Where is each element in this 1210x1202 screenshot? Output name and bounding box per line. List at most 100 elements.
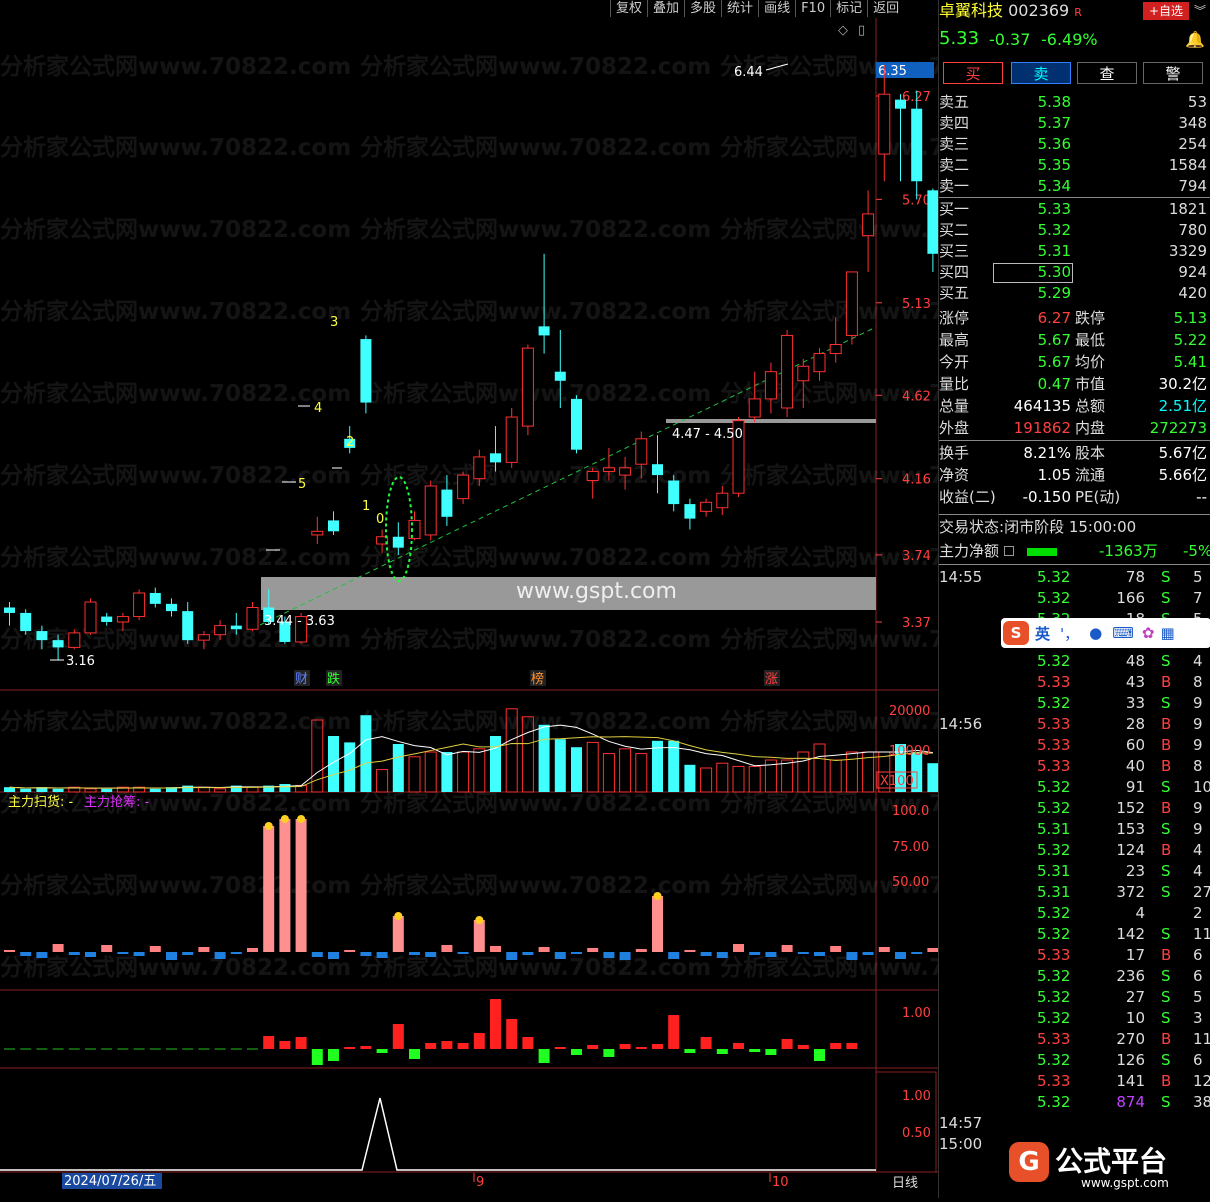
ind-bar [538, 947, 550, 952]
price-change: -0.37 [989, 30, 1031, 49]
ind2-bar [522, 1037, 534, 1049]
tick-count: 5 [1193, 568, 1203, 586]
ind2-bar [425, 1043, 437, 1049]
toolbar-item-7[interactable]: 返回 [867, 0, 904, 17]
candle-body [473, 456, 486, 480]
order-row[interactable]: 买五 5.29 420 [939, 283, 1207, 304]
buy-button[interactable]: 买 [943, 62, 1003, 84]
order-row[interactable]: 买一 5.33 1821 [939, 199, 1207, 220]
order-row[interactable]: 卖四 5.37 348 [939, 113, 1207, 134]
stat-label: 总额 [1075, 397, 1106, 415]
ime-lang[interactable]: 英 [1035, 623, 1050, 644]
grid-icon[interactable]: ▦ [1160, 624, 1174, 642]
candle-body [505, 416, 518, 463]
tick-count: 9 [1193, 799, 1203, 817]
toolbar-item-2[interactable]: 多股 [684, 0, 721, 17]
ind-bar [457, 952, 469, 954]
bell-icon[interactable]: 🔔 [1185, 30, 1205, 49]
keyboard-icon[interactable]: ⌨ [1112, 624, 1134, 642]
wave-label-1: 1 [362, 499, 370, 514]
order-volume: 254 [1178, 135, 1207, 153]
candle-body [813, 353, 826, 373]
ind-bar [716, 952, 728, 958]
stat-label: 最高 [939, 331, 970, 349]
platform-logo-icon: G [1009, 1142, 1049, 1182]
ime-toolbar[interactable]: S 英 '， ● ⌨ ✿ ▦ [1001, 618, 1210, 648]
tick-side: S [1161, 820, 1171, 838]
candle-body [911, 108, 923, 182]
order-row[interactable]: 卖一 5.34 794 [939, 176, 1207, 197]
order-volume: 53 [1187, 93, 1207, 111]
tick-price: 5.33 [1037, 715, 1071, 733]
collapse-icon[interactable]: ︾ [1191, 2, 1209, 20]
diamond-icon[interactable]: ◇ [838, 23, 848, 38]
ind-bar [344, 950, 356, 952]
volume-bar [328, 736, 339, 792]
ime-punct[interactable]: '， [1060, 623, 1079, 644]
wave-label-5: 5 [298, 477, 306, 492]
panel-toggle-icon[interactable]: ▯ [858, 23, 865, 38]
ind-bar [554, 952, 566, 959]
toolbar-item-1[interactable]: 叠加 [647, 0, 684, 17]
query-button[interactable]: 查 [1077, 62, 1137, 84]
alert-button[interactable]: 警 [1143, 62, 1203, 84]
net-menu-icon[interactable] [1003, 546, 1014, 556]
add-favorite-button[interactable]: +自选 [1143, 2, 1189, 20]
stat-value: 5.41 [1173, 353, 1207, 371]
order-label: 买二 [939, 221, 970, 239]
order-row[interactable]: 买四 5.30 924 [939, 262, 1207, 283]
order-row[interactable]: 卖五 5.38 53 [939, 92, 1207, 113]
ind-bar [198, 947, 210, 952]
candle-body [829, 343, 842, 355]
toolbar-item-4[interactable]: 画线 [758, 0, 795, 17]
candle-body [214, 625, 227, 636]
ind-bar [603, 952, 615, 958]
candle-body [246, 606, 259, 630]
order-row[interactable]: 卖三 5.36 254 [939, 134, 1207, 155]
toolbar-item-0[interactable]: 复权 [610, 0, 647, 17]
microphone-icon[interactable]: ● [1089, 624, 1102, 642]
tick-price: 5.31 [1037, 862, 1071, 880]
ind-bar [619, 952, 631, 960]
toolbar-item-5[interactable]: F10 [795, 0, 830, 17]
skin-icon[interactable]: ✿ [1142, 624, 1155, 642]
zone1-label: 3.44 - 3.63 [264, 614, 335, 629]
ind2-bar [619, 1044, 631, 1049]
tick-price: 5.32 [1037, 694, 1071, 712]
stat-value: 2.51亿 [1158, 397, 1207, 415]
ind-bar [247, 948, 258, 952]
ind2-bar [311, 1049, 323, 1065]
kline-chart-area[interactable]: 分析家公式网www.70822.com 分析家公式网www.70822.com 分析… [0, 0, 1071, 1198]
tick-row: 5.31 153 S 9 [939, 819, 1207, 840]
watermark-text: 分析家公式网www.70822.com [0, 298, 351, 325]
kline-svg[interactable]: 分析家公式网www.70822.com 分析家公式网www.70822.com 分析… [0, 0, 1071, 1198]
stat-label: 内盘 [1075, 419, 1106, 437]
order-row[interactable]: 买三 5.31 3329 [939, 241, 1207, 262]
tick-volume: 372 [1116, 883, 1145, 901]
bid4-highlight [993, 263, 1073, 283]
tick-row: 5.33 270 B 11 [939, 1029, 1210, 1050]
ind-bar [506, 952, 518, 960]
tick-row: 14:55 5.32 78 S 5 [939, 567, 1207, 588]
order-row[interactable]: 卖二 5.35 1584 [939, 155, 1207, 176]
stat-value: 8.21% [1023, 444, 1071, 462]
tick-volume: 43 [1125, 673, 1145, 691]
tick-price: 5.33 [1037, 757, 1071, 775]
tick-price: 5.32 [1037, 778, 1071, 796]
stat-value: 5.66亿 [1158, 466, 1207, 484]
tick-volume: 166 [1116, 589, 1145, 607]
sell-button[interactable]: 卖 [1011, 62, 1071, 84]
tick-count: 11 [1193, 1030, 1210, 1048]
stock-header: 卓翼科技 002369 R [939, 0, 1082, 24]
ind2-bar [733, 1043, 744, 1049]
tick-side: S [1161, 652, 1171, 670]
stat-value: 5.13 [1173, 309, 1207, 327]
tick-count: 6 [1193, 1051, 1203, 1069]
order-row[interactable]: 买二 5.32 780 [939, 220, 1207, 241]
watermark-text: 分析家公式网www.70822.com [720, 134, 938, 161]
tick-price: 5.31 [1037, 820, 1071, 838]
toolbar-item-6[interactable]: 标记 [830, 0, 867, 17]
volume-bar [748, 765, 761, 793]
toolbar-item-3[interactable]: 统计 [721, 0, 758, 17]
vol-axis-label: X100 [880, 774, 914, 789]
